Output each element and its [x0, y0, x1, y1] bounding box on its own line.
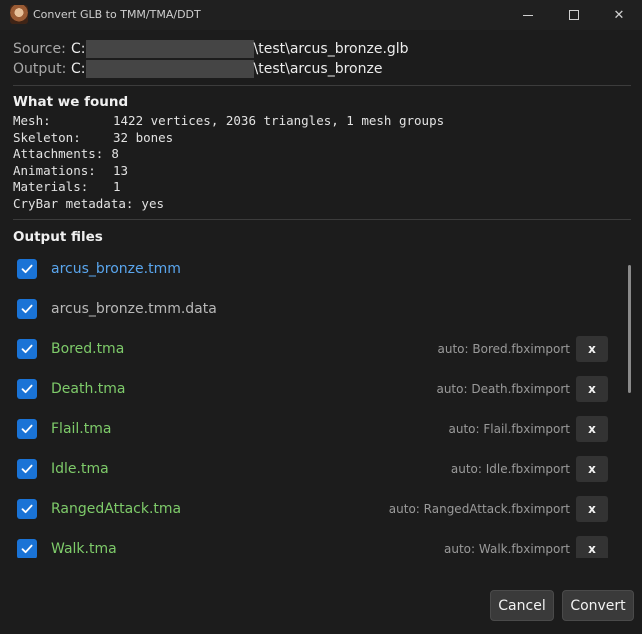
file-name: Walk.tma — [51, 541, 117, 557]
file-row: arcus_bronze.tmm — [13, 252, 618, 286]
cancel-button[interactable]: Cancel — [490, 590, 554, 621]
file-name: arcus_bronze.tmm.data — [51, 301, 217, 317]
source-row: Source: C: \test\arcus_bronze.glb — [13, 40, 409, 58]
checkmark-icon — [21, 384, 33, 394]
output-file-list: arcus_bronze.tmm arcus_bronze.tmm.data Bor… — [13, 252, 618, 558]
found-row: Attachments: 8 — [13, 146, 119, 161]
minimize-icon — [523, 14, 533, 16]
remove-file-button[interactable]: x — [576, 536, 608, 558]
maximize-button[interactable] — [551, 0, 597, 30]
file-checkbox[interactable] — [17, 299, 37, 319]
file-checkbox[interactable] — [17, 379, 37, 399]
found-title: What we found — [13, 94, 129, 110]
title-bar: Convert GLB to TMM/TMA/DDT ✕ — [0, 0, 642, 30]
checkmark-icon — [21, 464, 33, 474]
file-auto-source: auto: Walk.fbximport — [444, 542, 570, 556]
file-name: Death.tma — [51, 381, 126, 397]
file-auto-source: auto: Flail.fbximport — [448, 422, 571, 436]
output-label: Output: — [13, 61, 67, 77]
file-checkbox[interactable] — [17, 259, 37, 279]
file-checkbox[interactable] — [17, 539, 37, 558]
convert-button[interactable]: Convert — [562, 590, 634, 621]
file-row: Flail.tma auto: Flail.fbximport x — [13, 412, 618, 446]
window-title: Convert GLB to TMM/TMA/DDT — [33, 8, 201, 21]
file-row: arcus_bronze.tmm.data — [13, 292, 618, 326]
file-row: Idle.tma auto: Idle.fbximport x — [13, 452, 618, 486]
remove-file-button[interactable]: x — [576, 376, 608, 402]
source-prefix: C: — [71, 41, 86, 57]
remove-file-button[interactable]: x — [576, 416, 608, 442]
found-row: CryBar metadata: yes — [13, 195, 164, 211]
file-name: Flail.tma — [51, 421, 112, 437]
output-row: Output: C: \test\arcus_bronze — [13, 60, 382, 78]
file-row: RangedAttack.tma auto: RangedAttack.fbxim… — [13, 492, 618, 526]
found-row: Materials: 1 — [13, 179, 121, 194]
checkmark-icon — [21, 424, 33, 434]
file-checkbox[interactable] — [17, 499, 37, 519]
file-auto-source: auto: Death.fbximport — [436, 382, 570, 396]
output-prefix: C: — [71, 61, 86, 77]
file-auto-source: auto: Bored.fbximport — [437, 342, 571, 356]
divider-middle — [13, 219, 631, 220]
found-row: Skeleton: 32 bones — [13, 129, 174, 145]
remove-file-button[interactable]: x — [576, 456, 608, 482]
found-row: Animations: 13 — [13, 162, 129, 178]
checkmark-icon — [21, 344, 33, 354]
file-row: Walk.tma auto: Walk.fbximport x — [13, 532, 618, 558]
checkmark-icon — [21, 304, 33, 314]
app-icon — [10, 5, 28, 24]
output-redacted — [85, 60, 254, 78]
close-icon: ✕ — [613, 7, 625, 23]
file-checkbox[interactable] — [17, 419, 37, 439]
file-list-scrollbar[interactable] — [628, 265, 631, 393]
file-name: Idle.tma — [51, 461, 109, 477]
minimize-button[interactable] — [505, 0, 551, 30]
checkmark-icon — [21, 544, 33, 554]
maximize-icon — [569, 10, 579, 20]
source-suffix: \test\arcus_bronze.glb — [253, 41, 409, 57]
close-button[interactable]: ✕ — [596, 0, 642, 30]
remove-file-button[interactable]: x — [576, 496, 608, 522]
file-name: arcus_bronze.tmm — [51, 261, 181, 277]
output-suffix: \test\arcus_bronze — [253, 61, 383, 77]
file-name: RangedAttack.tma — [51, 501, 182, 517]
file-auto-source: auto: Idle.fbximport — [450, 462, 570, 476]
found-details: Mesh: 1422 vertices, 2036 triangles, 1 me… — [13, 113, 444, 212]
file-checkbox[interactable] — [17, 459, 37, 479]
file-checkbox[interactable] — [17, 339, 37, 359]
remove-file-button[interactable]: x — [576, 336, 608, 362]
file-auto-source: auto: RangedAttack.fbximport — [388, 502, 570, 516]
source-redacted — [85, 40, 254, 58]
file-name: Bored.tma — [51, 341, 125, 357]
file-row: Bored.tma auto: Bored.fbximport x — [13, 332, 618, 366]
found-row: Mesh: 1422 vertices, 2036 triangles, 1 me… — [13, 113, 445, 128]
divider-top — [13, 85, 631, 86]
source-label: Source: — [13, 41, 66, 57]
checkmark-icon — [21, 264, 33, 274]
output-files-title: Output files — [13, 229, 103, 245]
checkmark-icon — [21, 504, 33, 514]
file-row: Death.tma auto: Death.fbximport x — [13, 372, 618, 406]
